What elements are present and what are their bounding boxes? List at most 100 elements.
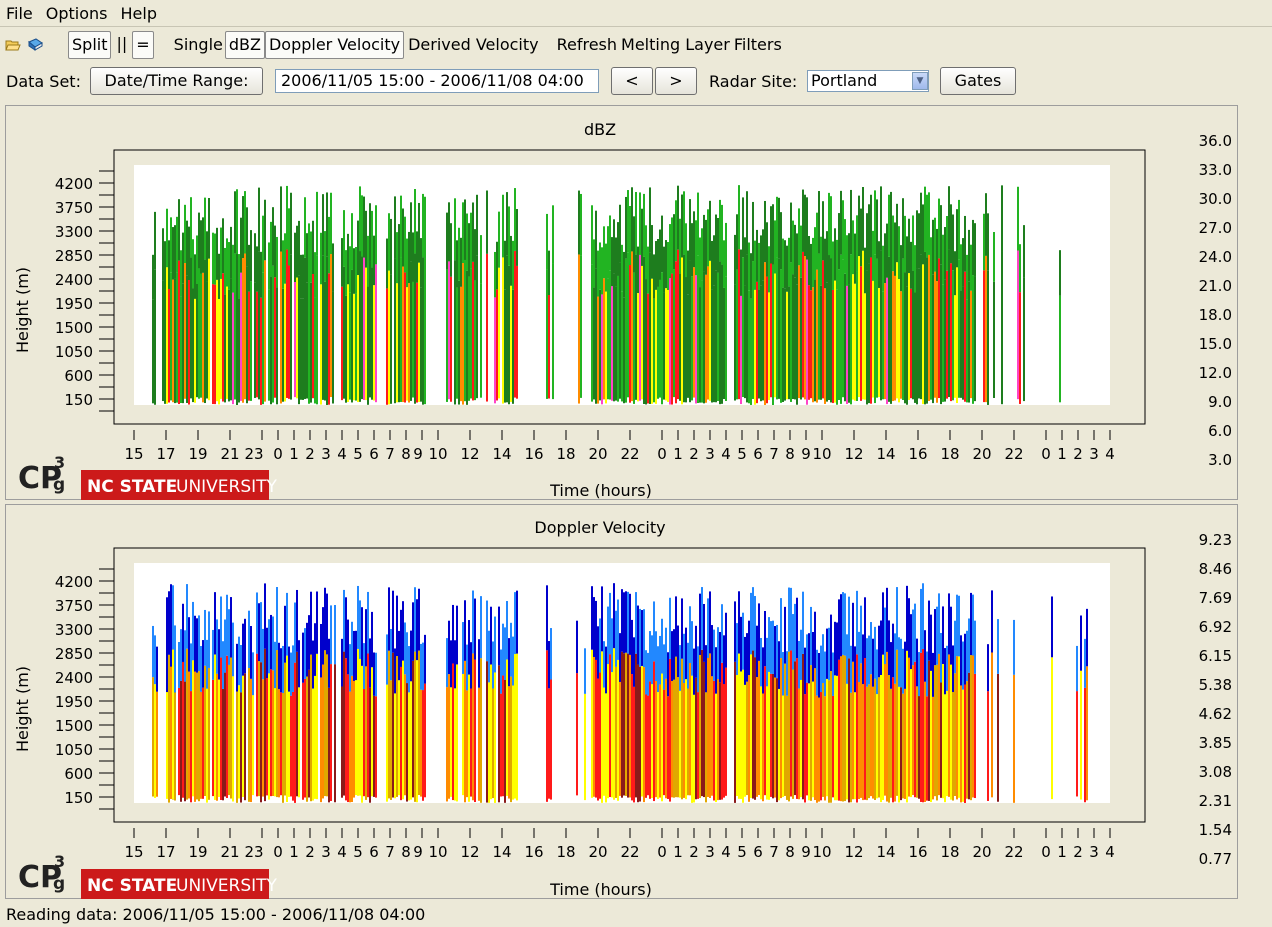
refresh-option[interactable]: Refresh bbox=[553, 31, 621, 59]
scale-label: 0.77 bbox=[1199, 850, 1232, 868]
x-tick-label: 8 bbox=[401, 843, 411, 861]
x-tick-label: 19 bbox=[188, 445, 207, 463]
x-tick-label: 10 bbox=[428, 445, 447, 463]
y-tick-label: 3300 bbox=[55, 223, 93, 241]
x-tick-label: 4 bbox=[721, 843, 731, 861]
doppler-velocity-option[interactable]: Doppler Velocity bbox=[264, 31, 405, 59]
y-tick-label: 1950 bbox=[55, 295, 93, 313]
x-tick-label: 14 bbox=[492, 445, 511, 463]
y-axis-label: Height (m) bbox=[13, 666, 32, 752]
scale-label: 5.38 bbox=[1199, 676, 1232, 694]
x-tick-label: 7 bbox=[385, 843, 395, 861]
x-tick-label: 21 bbox=[220, 445, 239, 463]
logo-subscript: g bbox=[53, 475, 65, 495]
x-tick-label: 18 bbox=[556, 843, 575, 861]
x-tick-label: 15 bbox=[124, 843, 143, 861]
x-tick-label: 20 bbox=[588, 843, 607, 861]
x-tick-label: 22 bbox=[1004, 843, 1023, 861]
filters-option[interactable]: Filters bbox=[730, 31, 786, 59]
scale-label: 6.92 bbox=[1199, 618, 1232, 636]
logo-ncstate: NC STATE bbox=[87, 477, 177, 497]
x-tick-label: 18 bbox=[940, 843, 959, 861]
open-folder-icon[interactable] bbox=[4, 36, 22, 54]
x-tick-label: 23 bbox=[244, 843, 263, 861]
x-tick-label: 3 bbox=[321, 445, 331, 463]
x-tick-label: 3 bbox=[705, 445, 715, 463]
x-tick-label: 1 bbox=[1057, 843, 1067, 861]
chevron-down-icon[interactable]: ▼ bbox=[912, 72, 928, 90]
dbz-chart: dBZ Height (m) Time (hours) 420037503300… bbox=[13, 111, 1262, 500]
x-tick-label: 16 bbox=[908, 445, 927, 463]
scale-label: 7.69 bbox=[1199, 589, 1232, 607]
x-tick-label: 6 bbox=[369, 445, 379, 463]
next-button[interactable]: > bbox=[655, 67, 697, 95]
menu-help[interactable]: Help bbox=[115, 0, 164, 27]
x-tick-label: 7 bbox=[769, 445, 779, 463]
y-axis-label: Height (m) bbox=[13, 267, 32, 353]
y-tick-label: 1050 bbox=[55, 741, 93, 759]
scale-label: 2.31 bbox=[1199, 792, 1232, 810]
save-book-icon[interactable] bbox=[26, 36, 44, 54]
equal-button[interactable]: = bbox=[132, 31, 154, 59]
y-tick-label: 150 bbox=[64, 789, 93, 807]
x-tick-label: 4 bbox=[337, 843, 347, 861]
x-tick-label: 10 bbox=[428, 843, 447, 861]
x-tick-label: 8 bbox=[785, 843, 795, 861]
pause-button[interactable]: || bbox=[113, 31, 130, 59]
x-tick-label: 9 bbox=[413, 445, 423, 463]
plot-area bbox=[134, 563, 1110, 803]
status-bar: Reading data: 2006/11/05 15:00 - 2006/11… bbox=[6, 905, 426, 924]
x-tick-label: 0 bbox=[273, 843, 283, 861]
radar-site-select[interactable]: Portland ▼ bbox=[807, 70, 929, 92]
x-tick-label: 0 bbox=[1041, 843, 1051, 861]
x-tick-label: 22 bbox=[1004, 445, 1023, 463]
dbz-panel: dBZ Height (m) Time (hours) 4200 3750 3300… bbox=[5, 105, 1262, 500]
x-tick-label: 0 bbox=[273, 445, 283, 463]
scale-label: 3.0 bbox=[1208, 451, 1232, 469]
plot-area bbox=[134, 165, 1110, 405]
logo-superscript: 3 bbox=[54, 852, 65, 871]
gates-button[interactable]: Gates bbox=[940, 67, 1016, 95]
x-tick-label: 20 bbox=[588, 445, 607, 463]
logo-university: UNIVERSITY bbox=[176, 876, 278, 896]
y-tick-label: 2850 bbox=[55, 247, 93, 265]
date-time-range-button[interactable]: Date/Time Range: bbox=[90, 67, 263, 95]
split-button[interactable]: Split bbox=[68, 31, 112, 59]
single-option[interactable]: Single bbox=[170, 31, 225, 59]
x-tick-label: 14 bbox=[492, 843, 511, 861]
scale-label: 18.0 bbox=[1199, 306, 1232, 324]
scale-label: 9.0 bbox=[1208, 393, 1232, 411]
radar-site-label: Radar Site: bbox=[709, 71, 798, 91]
scale-label: 6.0 bbox=[1208, 422, 1232, 440]
menu-file[interactable]: File bbox=[0, 0, 40, 27]
x-tick-label: 7 bbox=[385, 445, 395, 463]
x-tick-label: 3 bbox=[705, 843, 715, 861]
x-tick-label: 18 bbox=[940, 445, 959, 463]
date-range-field[interactable]: 2006/11/05 15:00 - 2006/11/08 04:00 bbox=[275, 69, 599, 93]
y-tick-label: 4200 bbox=[55, 175, 93, 193]
y-ticks: 4200 3750 3300 2850 2400 1950 1500 1050 600 150 bbox=[55, 170, 114, 412]
dbz-option[interactable]: dBZ bbox=[224, 31, 265, 59]
x-ticks: 15 17 19 21 23 0 1 2 3 4 5 6 7 8 9 10 12 14 16 18 20 22 0 1 2 3 4 5… bbox=[124, 430, 1115, 463]
x-tick-label: 6 bbox=[753, 445, 763, 463]
panel-title: Doppler Velocity bbox=[534, 518, 665, 537]
y-tick-label: 3750 bbox=[55, 199, 93, 217]
y-tick-label: 2400 bbox=[55, 271, 93, 289]
logo-ncstate: NC STATE bbox=[87, 876, 177, 896]
melting-layer-option[interactable]: Melting Layer bbox=[621, 31, 730, 59]
y-tick-label: 2850 bbox=[55, 645, 93, 663]
y-tick-label: 600 bbox=[64, 367, 93, 385]
x-tick-label: 10 bbox=[812, 445, 831, 463]
color-scale: 36.0 33.0 30.0 27.0 24.0 21.0 18.0 15.0 12.0 9.0 6… bbox=[1199, 111, 1262, 490]
x-tick-label: 2 bbox=[1073, 445, 1083, 463]
panel-title: dBZ bbox=[584, 120, 616, 139]
x-tick-label: 15 bbox=[124, 445, 143, 463]
x-tick-label: 2 bbox=[1073, 843, 1083, 861]
prev-button[interactable]: < bbox=[611, 67, 653, 95]
x-tick-label: 0 bbox=[657, 445, 667, 463]
menu-options[interactable]: Options bbox=[40, 0, 115, 27]
x-tick-label: 9 bbox=[801, 445, 811, 463]
y-tick-label: 150 bbox=[64, 391, 93, 409]
derived-velocity-option[interactable]: Derived Velocity bbox=[404, 31, 553, 59]
x-tick-label: 12 bbox=[460, 445, 479, 463]
